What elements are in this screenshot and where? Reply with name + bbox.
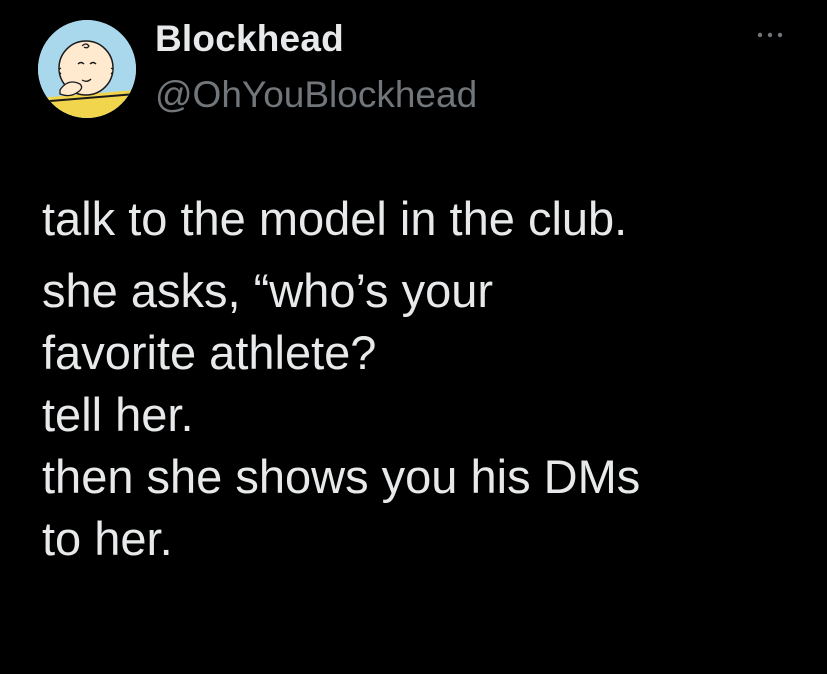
- tweet-paragraph: talk to the model in the club.: [42, 188, 812, 250]
- more-dots-icon: [757, 32, 783, 38]
- tweet-card: Blockhead @OhYouBlockhead talk to the mo…: [0, 0, 827, 674]
- user-handle[interactable]: @OhYouBlockhead: [155, 74, 477, 116]
- tweet-line: talk to the model in the club.: [42, 192, 628, 245]
- charlie-brown-avatar-icon: [38, 20, 136, 118]
- tweet-line: then she shows you his DMs: [42, 450, 641, 503]
- tweet-line: to her.: [42, 512, 173, 565]
- more-options-button[interactable]: [752, 22, 792, 48]
- tweet-text: talk to the model in the club. she asks,…: [42, 188, 812, 570]
- tweet-line: tell her.: [42, 388, 194, 441]
- avatar[interactable]: [38, 20, 136, 118]
- display-name[interactable]: Blockhead: [155, 18, 344, 60]
- tweet-line: she asks, “who’s your: [42, 264, 494, 317]
- tweet-line: favorite athlete?: [42, 326, 377, 379]
- tweet-paragraph: she asks, “who’s your favorite athlete? …: [42, 260, 812, 570]
